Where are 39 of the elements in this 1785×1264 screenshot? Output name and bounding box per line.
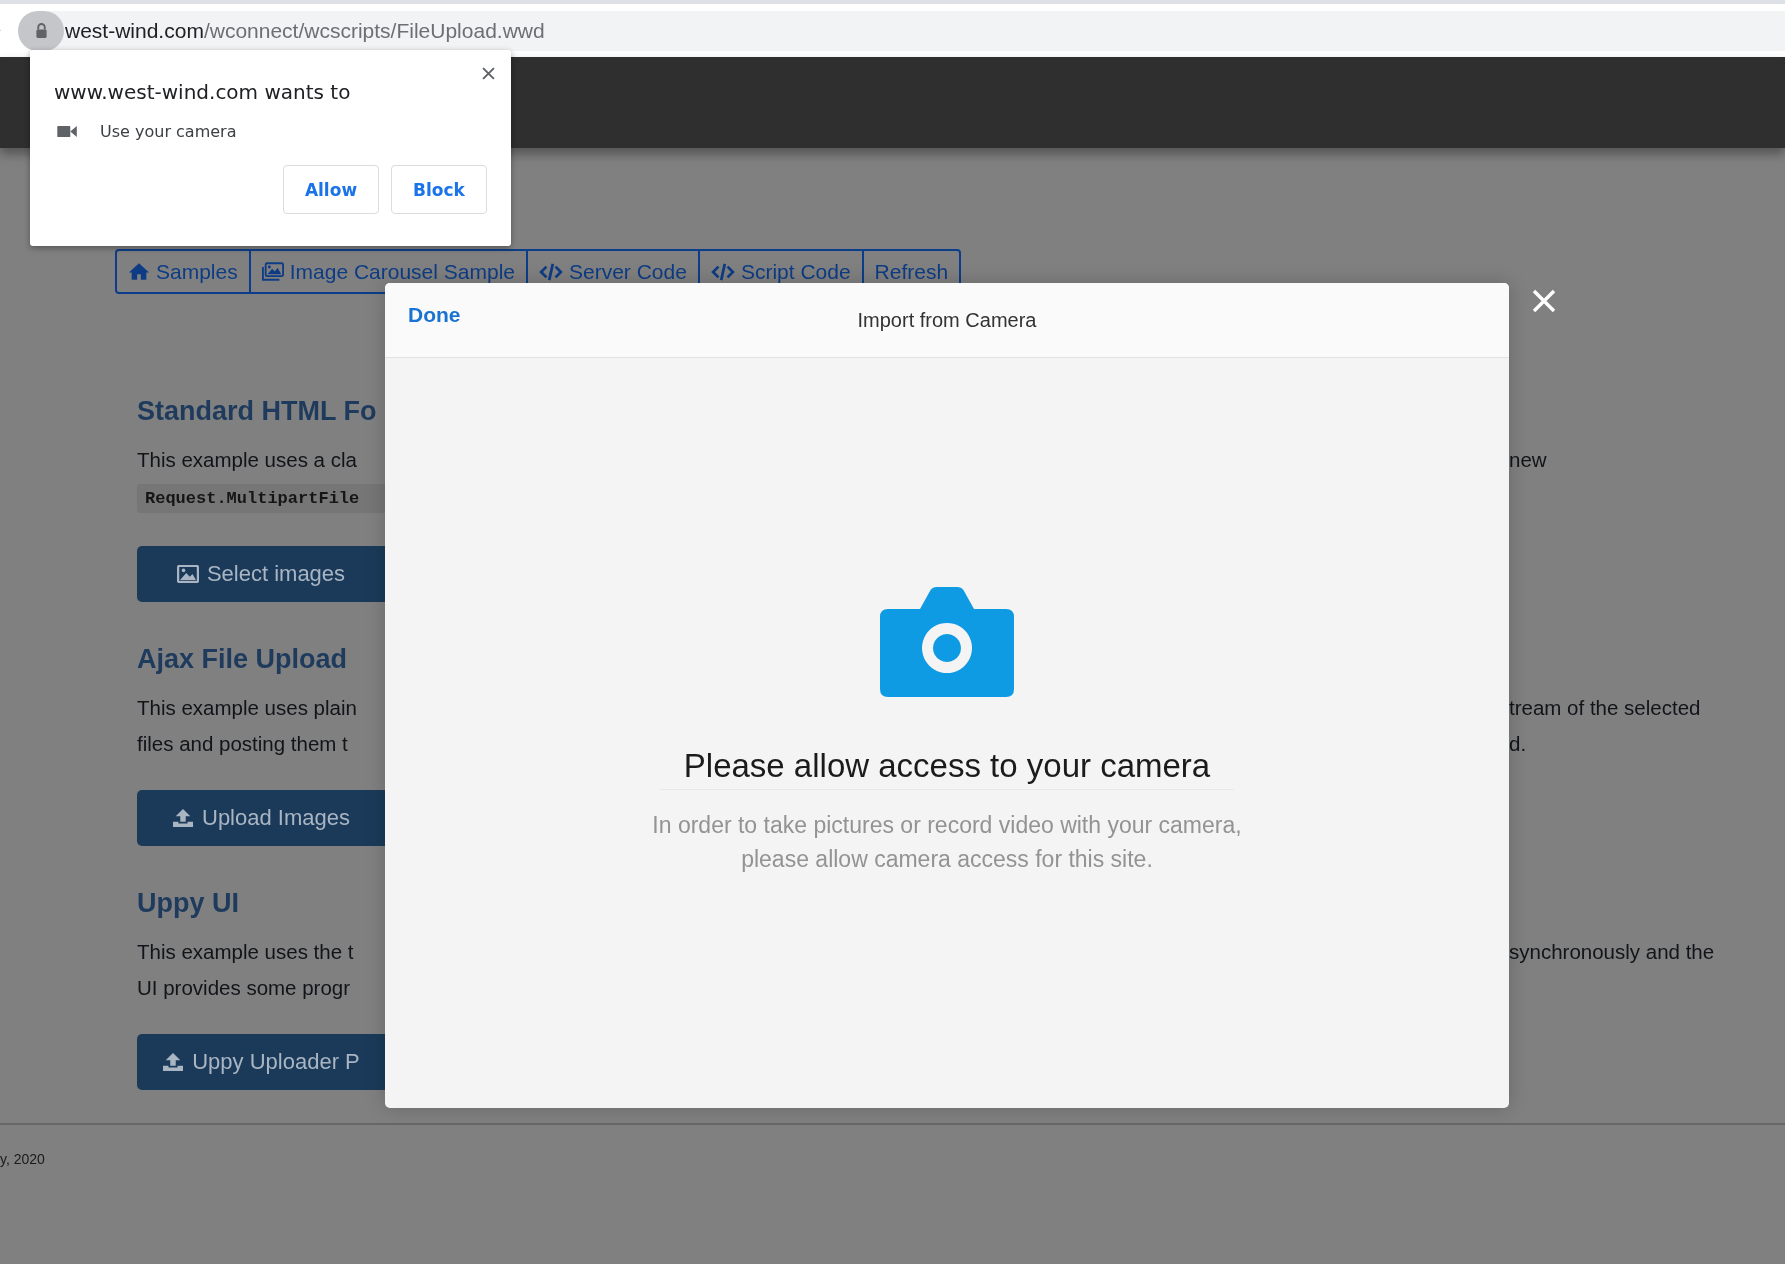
dialog-heading: Please allow access to your camera [659,747,1235,790]
section-heading: Uppy UI [137,887,239,920]
upload-icon [172,808,194,828]
permission-button[interactable]: Block [391,165,487,214]
dialog-title: Import from Camera [857,308,1037,332]
dialog-message: In order to take pictures or record video with your camera, please allow camera access for this site. [652,811,1242,874]
code-text: Request.MultipartFile [137,483,385,513]
upload-button[interactable]: Uppy Uploader P [137,1034,385,1090]
code-icon [710,262,735,281]
permission-button[interactable]: Allow [283,165,379,214]
close-icon[interactable] [482,67,495,80]
nav-tab[interactable]: Samples [115,249,250,294]
image-icon [176,565,199,583]
done-button[interactable]: Done [408,303,461,327]
camera-icon [880,587,1014,697]
section-heading: Standard HTML Fo [137,395,377,428]
paragraph-text: This example uses a cla [137,448,358,472]
paragraph-text: new [1509,448,1548,472]
code-icon [539,262,563,281]
popup-title: www.west-wind.com wants to [54,80,352,104]
paragraph-text: d. [1509,732,1528,756]
section-heading: Ajax File Upload [137,643,348,676]
paragraph-text: This example uses the t [137,940,355,964]
permission-text: Use your camera [100,122,237,141]
images-icon [261,262,284,281]
video-camera-icon [57,125,78,138]
lock-icon[interactable] [34,22,48,39]
upload-button[interactable]: Select images [137,546,385,602]
home-icon [128,262,150,281]
footer-text: y, 2020 [0,1151,45,1167]
url-text: west-wind.com/wconnect/wcscripts/FileUpload.wwd [65,18,545,43]
paragraph-text: tream of the selected [1509,696,1702,720]
paragraph-text: files and posting them t [137,732,349,756]
upload-icon [162,1052,185,1072]
upload-button[interactable]: Upload Images [137,790,385,846]
address-field[interactable]: west-wind.com/wconnect/wcscripts/FileUpload.wwd [18,10,1785,51]
paragraph-text: UI provides some progr [137,976,352,1000]
paragraph-text: This example uses plain [137,696,358,720]
paragraph-text: synchronously and the [1509,940,1716,964]
